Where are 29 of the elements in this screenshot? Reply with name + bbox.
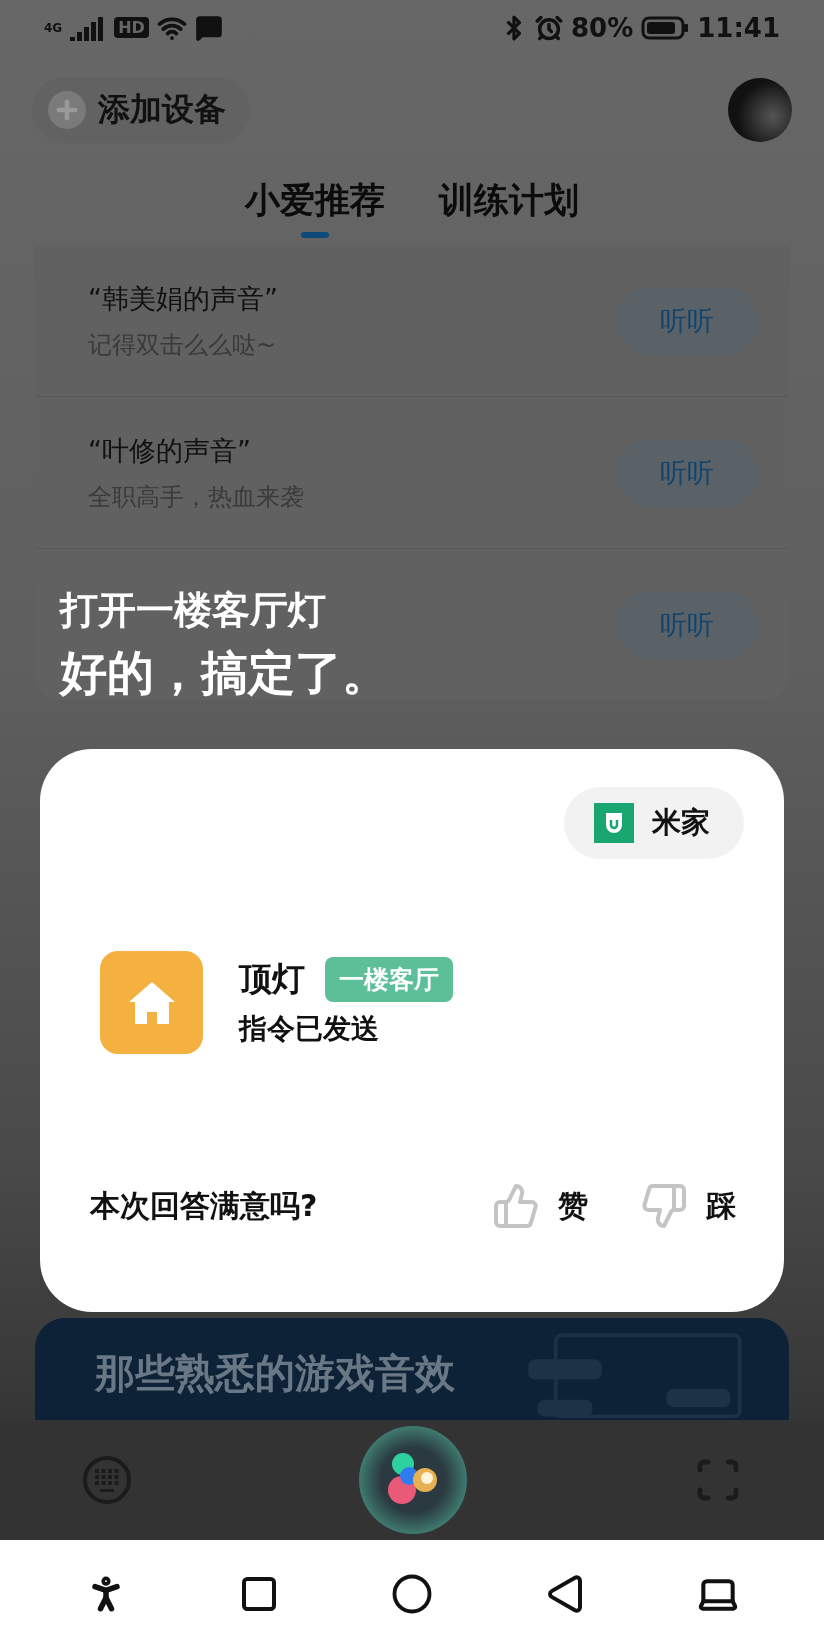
add-device-button[interactable]: 添加设备 xyxy=(32,77,250,143)
feedback-question: 本次回答满意吗? xyxy=(90,1186,318,1225)
network-type: 4G xyxy=(44,20,63,35)
alarm-icon xyxy=(535,13,563,42)
source-name: 米家 xyxy=(652,804,710,841)
device-status: 指令已发送 xyxy=(239,1011,380,1047)
clock-time: 11:41 xyxy=(697,12,780,43)
voice-title: “叶修的声音” xyxy=(88,433,252,468)
device-name: 顶灯 xyxy=(239,958,305,1000)
home-icon[interactable] xyxy=(391,1573,433,1615)
banner-card[interactable]: 那些熟悉的游戏音效 xyxy=(35,1318,789,1420)
voice-title: “韩美娟的声音” xyxy=(88,281,278,316)
room-tag: 一楼客厅 xyxy=(325,957,453,1002)
house-icon xyxy=(100,951,203,1054)
plus-icon xyxy=(48,91,86,129)
voice-assistant-orb[interactable] xyxy=(357,1424,469,1536)
tab[interactable]: 训练计划 xyxy=(439,177,579,238)
voice-query: 打开一楼客厅灯 xyxy=(60,587,327,634)
assistant-reply: 好的，搞定了。 xyxy=(60,644,389,702)
banner-title: 那些熟悉的游戏音效 xyxy=(95,1349,455,1398)
like-button[interactable]: 赞 xyxy=(492,1182,588,1230)
home-app-icon xyxy=(594,803,634,843)
battery-percent: 80% xyxy=(571,12,634,43)
source-chip[interactable]: 米家 xyxy=(564,787,744,859)
message-icon xyxy=(194,13,223,42)
battery-icon xyxy=(641,15,690,40)
dislike-button[interactable]: 踩 xyxy=(640,1182,736,1230)
tab[interactable]: 小爱推荐 xyxy=(245,177,385,238)
hd-indicator: HD xyxy=(114,17,149,38)
